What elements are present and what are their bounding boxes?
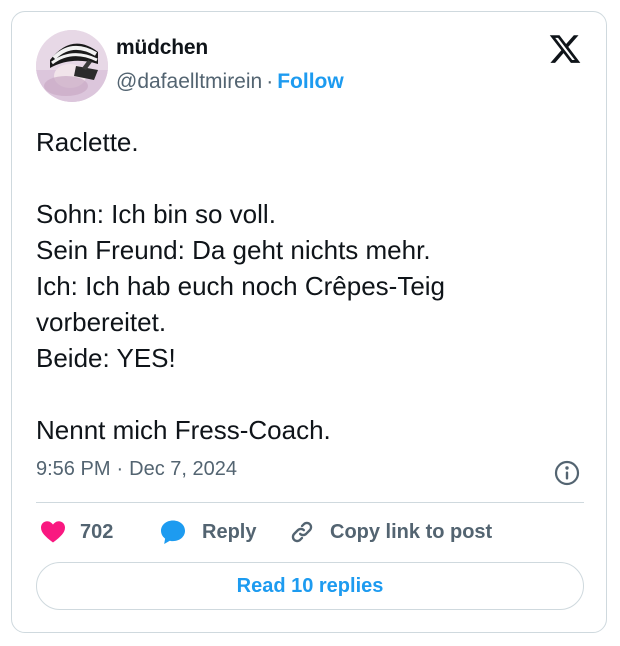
tweet-text: Raclette. Sohn: Ich bin so voll. Sein Fr… bbox=[36, 124, 584, 448]
link-icon bbox=[291, 521, 313, 543]
tweet-line: Sein Freund: Da geht nichts mehr. bbox=[36, 235, 431, 265]
handle-separator: · bbox=[266, 70, 274, 93]
tweet-line: vorbereitet. bbox=[36, 307, 167, 337]
speech-bubble-icon bbox=[161, 520, 185, 544]
read-replies-button[interactable]: Read 10 replies bbox=[36, 562, 584, 610]
avatar-image bbox=[36, 30, 108, 102]
tweet-card: müdchen @dafaelltmirein · Follow Raclette.… bbox=[11, 11, 607, 633]
tweet-date: Dec 7, 2024 bbox=[129, 458, 238, 480]
copy-link-button[interactable]: Copy link to post bbox=[288, 518, 492, 546]
heart-icon bbox=[41, 521, 65, 543]
follow-button[interactable]: Follow bbox=[277, 70, 344, 93]
tweet-time: 9:56 PM bbox=[36, 458, 111, 480]
tweet-line: Sohn: Ich bin so voll. bbox=[36, 199, 276, 229]
tweet-line: Ich: Ich hab euch noch Crêpes-Teig bbox=[36, 271, 446, 301]
like-count: 702 bbox=[80, 520, 114, 543]
reply-label: Reply bbox=[202, 520, 257, 543]
display-name[interactable]: müdchen bbox=[116, 36, 208, 60]
avatar[interactable] bbox=[36, 30, 108, 102]
copy-link-label: Copy link to post bbox=[330, 520, 493, 543]
tweet-line: Raclette. bbox=[36, 127, 139, 157]
user-handle[interactable]: @dafaelltmirein bbox=[116, 70, 262, 93]
reply-button[interactable]: Reply bbox=[160, 518, 256, 546]
handle-row: @dafaelltmirein · Follow bbox=[116, 70, 344, 94]
tweet-line: Nennt mich Fress-Coach. bbox=[36, 415, 331, 445]
tweet-line bbox=[36, 160, 584, 196]
tweet-line bbox=[36, 376, 584, 412]
timestamp-separator: · bbox=[116, 458, 124, 480]
like-button[interactable]: 702 bbox=[40, 518, 113, 546]
tweet-line: Beide: YES! bbox=[36, 343, 176, 373]
x-logo-icon[interactable] bbox=[548, 32, 582, 66]
divider bbox=[36, 502, 584, 503]
tweet-timestamp[interactable]: 9:56 PM · Dec 7, 2024 bbox=[36, 458, 237, 481]
info-icon[interactable] bbox=[553, 459, 581, 487]
